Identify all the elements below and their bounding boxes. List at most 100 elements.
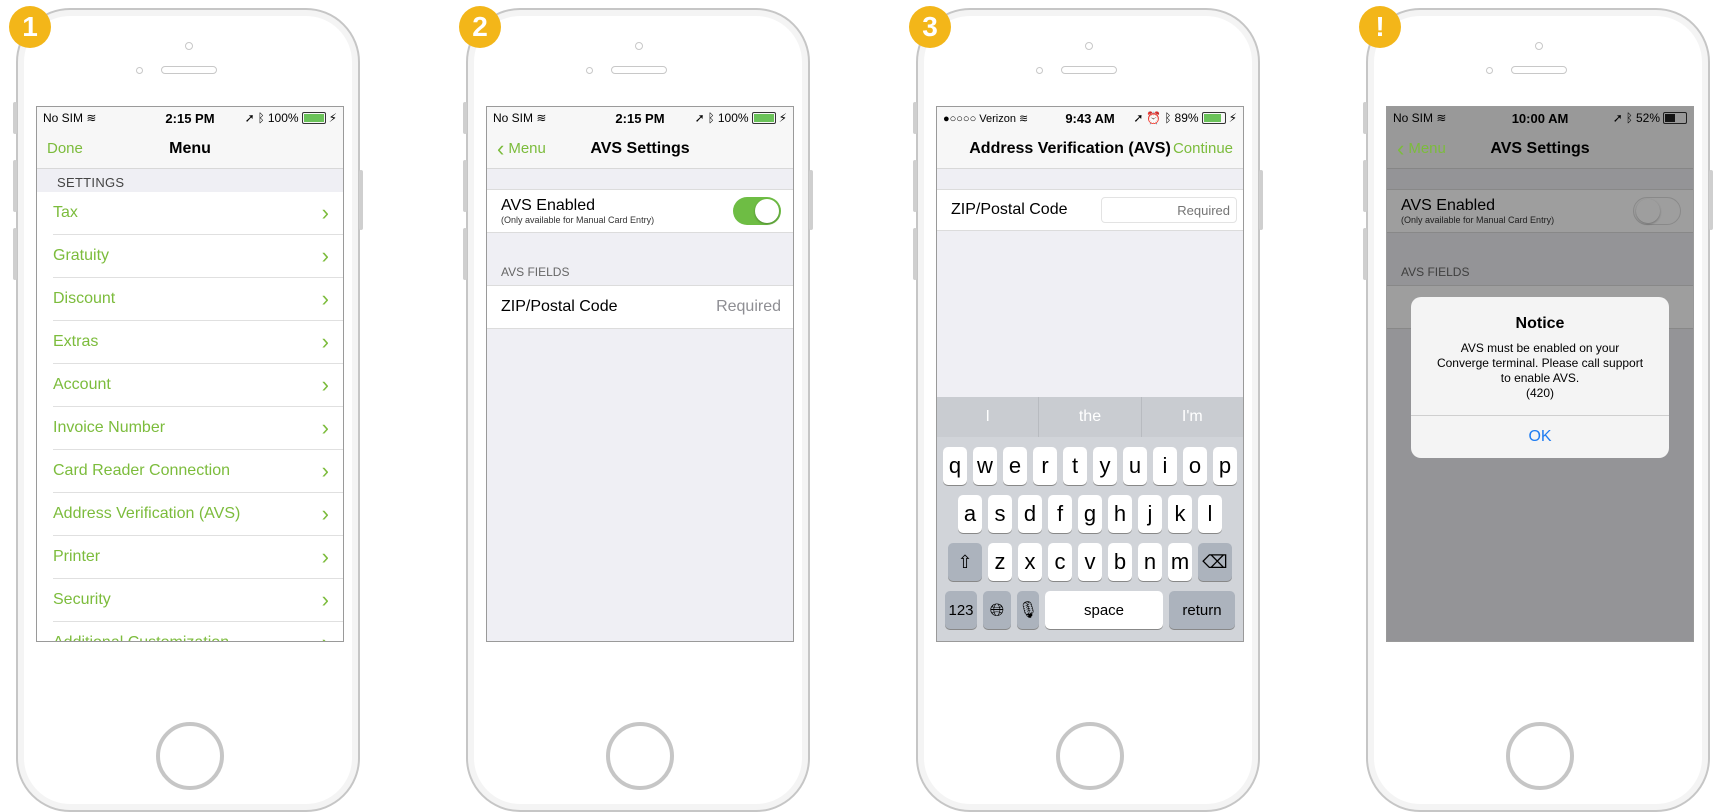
chevron-right-icon: › xyxy=(321,200,329,225)
battery-percent: 89% xyxy=(1174,111,1199,125)
key-row-2: a s d f g h j k l xyxy=(937,495,1243,533)
page-title: Menu xyxy=(169,139,211,157)
bluetooth-icon: ᛒ xyxy=(707,111,715,125)
menu-item-discount[interactable]: Discount › xyxy=(53,278,343,321)
wifi-icon: ≋ xyxy=(536,111,547,125)
phone-2: No SIM ≋ 2:15 PM ➚ ᛒ 100% ⚡ ‹ Menu AVS Se… xyxy=(463,8,813,812)
microphone-icon[interactable]: 🎙︎ xyxy=(1017,591,1039,629)
key-row-3: ⇧ z x c v b n m ⌫ xyxy=(937,543,1243,581)
nav-bar: ‹ Menu AVS Settings xyxy=(487,129,793,169)
key-w[interactable]: w xyxy=(973,447,997,485)
key-i[interactable]: i xyxy=(1153,447,1177,485)
chevron-right-icon: › xyxy=(321,415,329,440)
avs-enabled-toggle[interactable] xyxy=(733,197,781,225)
settings-section-header: SETTINGS xyxy=(37,169,343,192)
key-x[interactable]: x xyxy=(1018,543,1042,581)
key-u[interactable]: u xyxy=(1123,447,1147,485)
avs-enabled-label: AVS Enabled xyxy=(501,197,595,214)
suggestion[interactable]: the xyxy=(1039,397,1142,437)
key-t[interactable]: t xyxy=(1063,447,1087,485)
key-n[interactable]: n xyxy=(1138,543,1162,581)
suggestion[interactable]: I xyxy=(937,397,1040,437)
home-button[interactable] xyxy=(1056,722,1124,790)
home-button[interactable] xyxy=(1506,722,1574,790)
key-l[interactable]: l xyxy=(1198,495,1222,533)
avs-enabled-sublabel: (Only available for Manual Card Entry) xyxy=(501,215,655,225)
phone-4: No SIM ≋ 10:00 AM ➚ ᛒ 52% ‹ Menu AVS Sett… xyxy=(1363,8,1713,812)
menu-item-security[interactable]: Security › xyxy=(53,579,343,622)
screen-avs-settings: No SIM ≋ 2:15 PM ➚ ᛒ 100% ⚡ ‹ Menu AVS Se… xyxy=(486,106,794,642)
zip-input[interactable] xyxy=(1101,197,1237,223)
done-button[interactable]: Done xyxy=(47,140,83,157)
key-f[interactable]: f xyxy=(1048,495,1072,533)
chevron-right-icon: › xyxy=(321,243,329,268)
back-button[interactable]: ‹ Menu xyxy=(497,137,546,160)
menu-item-avs[interactable]: Address Verification (AVS) › xyxy=(53,493,343,536)
chevron-right-icon: › xyxy=(321,544,329,569)
menu-item-gratuity[interactable]: Gratuity › xyxy=(53,235,343,278)
key-row-1: q w e r t y u i o p xyxy=(937,447,1243,485)
ok-button[interactable]: OK xyxy=(1411,415,1669,458)
charging-icon: ⚡ xyxy=(328,111,337,125)
globe-icon[interactable]: 🌐︎ xyxy=(983,591,1011,629)
key-o[interactable]: o xyxy=(1183,447,1207,485)
keyboard: I the I'm q w e r t y u i o p a s d f g … xyxy=(937,397,1243,641)
menu-item-account[interactable]: Account › xyxy=(53,364,343,407)
sensor xyxy=(1036,67,1043,74)
chevron-right-icon: › xyxy=(322,630,329,641)
menu-item-printer[interactable]: Printer › xyxy=(53,536,343,579)
status-bar: No SIM ≋ 2:15 PM ➚ ᛒ 100% ⚡ xyxy=(487,107,793,129)
shift-key[interactable]: ⇧ xyxy=(948,543,982,581)
home-button[interactable] xyxy=(156,722,224,790)
battery-icon xyxy=(1201,112,1226,124)
earpiece-speaker xyxy=(611,66,667,74)
phone-3: ●○○○○ Verizon ≋ 9:43 AM ➚ ⏰ ᛒ 89% ⚡ Addr… xyxy=(913,8,1263,812)
backspace-key[interactable]: ⌫ xyxy=(1198,543,1232,581)
numbers-key[interactable]: 123 xyxy=(945,591,977,629)
nav-bar: Address Verification (AVS) Continue xyxy=(937,129,1243,169)
key-y[interactable]: y xyxy=(1093,447,1117,485)
suggestion[interactable]: I'm xyxy=(1142,397,1243,437)
return-key[interactable]: return xyxy=(1169,591,1235,629)
menu-item-tax[interactable]: Tax › xyxy=(53,192,343,235)
location-icon: ➚ xyxy=(694,111,705,125)
battery-icon xyxy=(301,112,326,124)
menu-item-invoice-number[interactable]: Invoice Number › xyxy=(53,407,343,450)
key-q[interactable]: q xyxy=(943,447,967,485)
key-r[interactable]: r xyxy=(1033,447,1057,485)
space-key[interactable]: space xyxy=(1045,591,1163,629)
chevron-left-icon: ‹ xyxy=(1397,135,1405,161)
key-g[interactable]: g xyxy=(1078,495,1102,533)
continue-button[interactable]: Continue xyxy=(1173,140,1233,157)
key-m[interactable]: m xyxy=(1168,543,1192,581)
menu-item-card-reader[interactable]: Card Reader Connection › xyxy=(53,450,343,493)
alarm-icon: ⏰ xyxy=(1146,111,1162,125)
screen-address-verification: ●○○○○ Verizon ≋ 9:43 AM ➚ ⏰ ᛒ 89% ⚡ Addr… xyxy=(936,106,1244,642)
menu-item-additional-customization[interactable]: Additional Customization› xyxy=(53,622,343,641)
key-j[interactable]: j xyxy=(1138,495,1162,533)
location-icon: ➚ xyxy=(244,111,255,125)
key-k[interactable]: k xyxy=(1168,495,1192,533)
menu-item-extras[interactable]: Extras › xyxy=(53,321,343,364)
zip-label: ZIP/Postal Code xyxy=(501,298,618,315)
screen-menu: No SIM ≋ 2:15 PM ➚ ᛒ 100% ⚡ Done Menu SE… xyxy=(36,106,344,642)
back-button[interactable]: ‹ Menu xyxy=(1397,135,1446,161)
key-z[interactable]: z xyxy=(988,543,1012,581)
screen-avs-notice: No SIM ≋ 10:00 AM ➚ ᛒ 52% ‹ Menu AVS Sett… xyxy=(1386,106,1694,642)
charging-icon: ⚡ xyxy=(778,111,787,125)
zip-row[interactable]: ZIP/Postal Code Required xyxy=(487,285,793,329)
earpiece-speaker xyxy=(1511,66,1567,74)
key-b[interactable]: b xyxy=(1108,543,1132,581)
key-c[interactable]: c xyxy=(1048,543,1072,581)
key-v[interactable]: v xyxy=(1078,543,1102,581)
settings-list: Tax › Gratuity › Discount › Extras › Account… xyxy=(37,192,343,641)
step-badge-3: 3 xyxy=(909,6,951,48)
home-button[interactable] xyxy=(606,722,674,790)
key-e[interactable]: e xyxy=(1003,447,1027,485)
key-h[interactable]: h xyxy=(1108,495,1132,533)
key-a[interactable]: a xyxy=(958,495,982,533)
key-s[interactable]: s xyxy=(988,495,1012,533)
key-d[interactable]: d xyxy=(1018,495,1042,533)
key-p[interactable]: p xyxy=(1213,447,1237,485)
status-bar: No SIM ≋ 2:15 PM ➚ ᛒ 100% ⚡ xyxy=(37,107,343,129)
